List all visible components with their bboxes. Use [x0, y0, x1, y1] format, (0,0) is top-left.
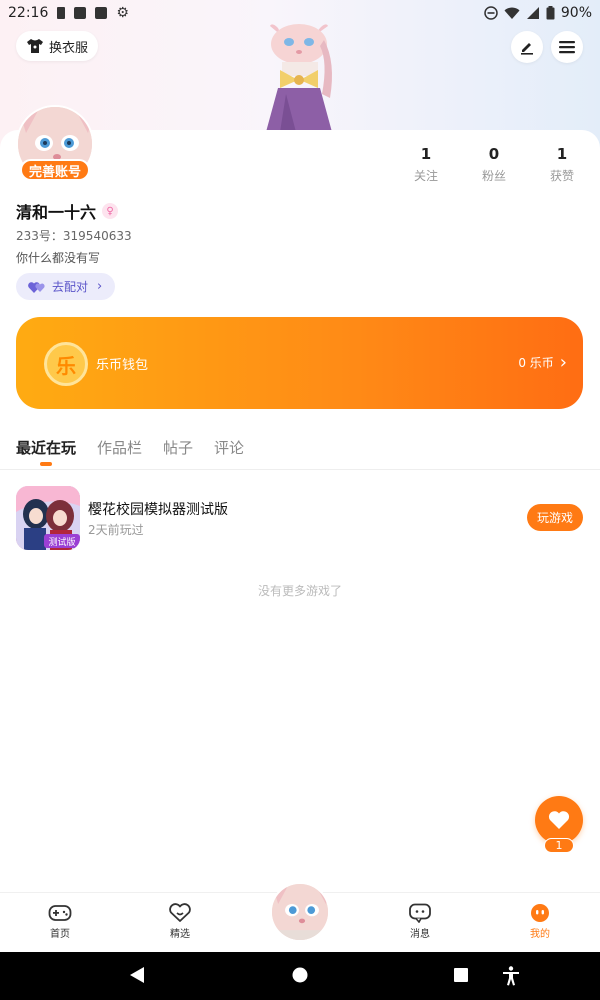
likes-count: 1 — [556, 145, 568, 163]
system-navigation-bar — [0, 952, 600, 1000]
hamburger-icon — [559, 41, 575, 54]
complete-account-badge[interactable]: 完善账号 — [20, 159, 90, 181]
game-icon-badge: 测试版 — [48, 536, 75, 548]
home-icon[interactable] — [291, 966, 309, 984]
dress-up-label: 换衣服 — [49, 40, 89, 56]
heart-outline-icon — [169, 903, 191, 922]
recents-icon[interactable] — [453, 966, 469, 984]
nav-label-messages: 消息 — [410, 929, 430, 940]
tab-comments[interactable]: 评论 — [214, 437, 244, 463]
nav-item-messages[interactable]: 消息 — [390, 903, 450, 940]
wifi-icon — [504, 7, 520, 19]
notification-icon — [95, 7, 108, 19]
stat-following[interactable]: 1 关注 — [396, 146, 456, 184]
app-screen: 22:16 ⚙ 90% 换衣服 完善账号 1 关注 0 粉丝 1 获赞 清和一十… — [0, 0, 600, 1000]
followers-label: 粉丝 — [481, 169, 506, 183]
user-bio: 你什么都没有写 — [16, 251, 101, 265]
hearts-icon — [28, 281, 45, 293]
game-title: 樱花校园模拟器测试版 — [88, 502, 228, 518]
wallet-balance-text: 0 乐币 — [518, 356, 554, 370]
stat-likes[interactable]: 1 获赞 — [532, 146, 592, 184]
username-text: 清和一十六 — [16, 203, 97, 222]
tab-works[interactable]: 作品栏 — [97, 437, 142, 463]
edit-profile-button[interactable] — [511, 31, 543, 63]
chat-bubble-icon — [409, 903, 431, 923]
female-gender-icon: ♀ — [102, 203, 119, 219]
nav-item-featured[interactable]: 精选 — [150, 903, 210, 940]
tabs-divider — [0, 469, 600, 470]
profile-tabs: 最近在玩 作品栏 帖子 评论 — [16, 437, 244, 466]
list-item[interactable]: 测试版 樱花校园模拟器测试版 2天前玩过 玩游戏 — [16, 486, 583, 550]
gamepad-icon — [48, 905, 72, 921]
accessibility-icon[interactable] — [502, 966, 520, 986]
dress-up-button[interactable]: 换衣服 — [16, 31, 98, 61]
menu-button[interactable] — [551, 31, 583, 63]
match-label: 去配对 — [52, 280, 89, 294]
nav-label-home: 首页 — [50, 929, 70, 940]
no-more-games-text: 没有更多游戏了 — [257, 584, 342, 598]
play-game-button[interactable]: 玩游戏 — [527, 504, 583, 531]
pencil-icon — [521, 43, 533, 55]
nav-item-home[interactable]: 首页 — [30, 903, 90, 940]
chevron-right-icon: › — [97, 279, 103, 294]
game-icon: 测试版 — [16, 486, 80, 550]
wallet-card[interactable]: 乐 乐币钱包 0 乐币 › — [16, 317, 583, 409]
battery-icon — [546, 6, 555, 20]
avatar-character-figure[interactable] — [252, 22, 350, 132]
clock: 22:16 — [8, 5, 49, 21]
notification-icon — [74, 7, 87, 19]
tab-posts[interactable]: 帖子 — [163, 437, 193, 463]
like-fab-button[interactable] — [535, 796, 583, 844]
signal-icon — [526, 7, 539, 19]
username: 清和一十六 ♀ — [16, 199, 119, 223]
back-icon[interactable] — [129, 966, 145, 984]
game-last-played: 2天前玩过 — [88, 523, 144, 537]
following-label: 关注 — [413, 169, 438, 183]
dnd-icon — [484, 6, 498, 20]
nav-item-me[interactable]: 我的 — [510, 903, 570, 940]
game-cover-art: 测试版 — [16, 486, 80, 550]
smile-face-icon — [531, 904, 549, 922]
notification-icon — [57, 7, 66, 19]
settings-icon: ⚙ — [116, 5, 129, 21]
le-coin-icon: 乐 — [44, 342, 88, 386]
like-count-badge: 1 — [544, 838, 574, 853]
wallet-balance: 0 乐币 › — [518, 351, 567, 373]
center-avatar-button[interactable] — [270, 882, 330, 942]
nav-label-featured: 精选 — [170, 929, 190, 940]
match-button[interactable]: 去配对 › — [16, 273, 115, 300]
shirt-icon — [27, 39, 43, 53]
tab-recently-played[interactable]: 最近在玩 — [16, 437, 76, 466]
wallet-label: 乐币钱包 — [96, 358, 149, 373]
followers-count: 0 — [488, 145, 500, 163]
likes-label: 获赞 — [549, 169, 574, 183]
battery-level: 90% — [560, 5, 592, 21]
stat-followers[interactable]: 0 粉丝 — [464, 146, 524, 184]
nav-label-me: 我的 — [530, 929, 550, 940]
chevron-right-icon: › — [559, 351, 567, 373]
heart-icon — [548, 811, 570, 829]
user-id: 233号：319540633 — [16, 229, 132, 243]
following-count: 1 — [420, 145, 432, 163]
